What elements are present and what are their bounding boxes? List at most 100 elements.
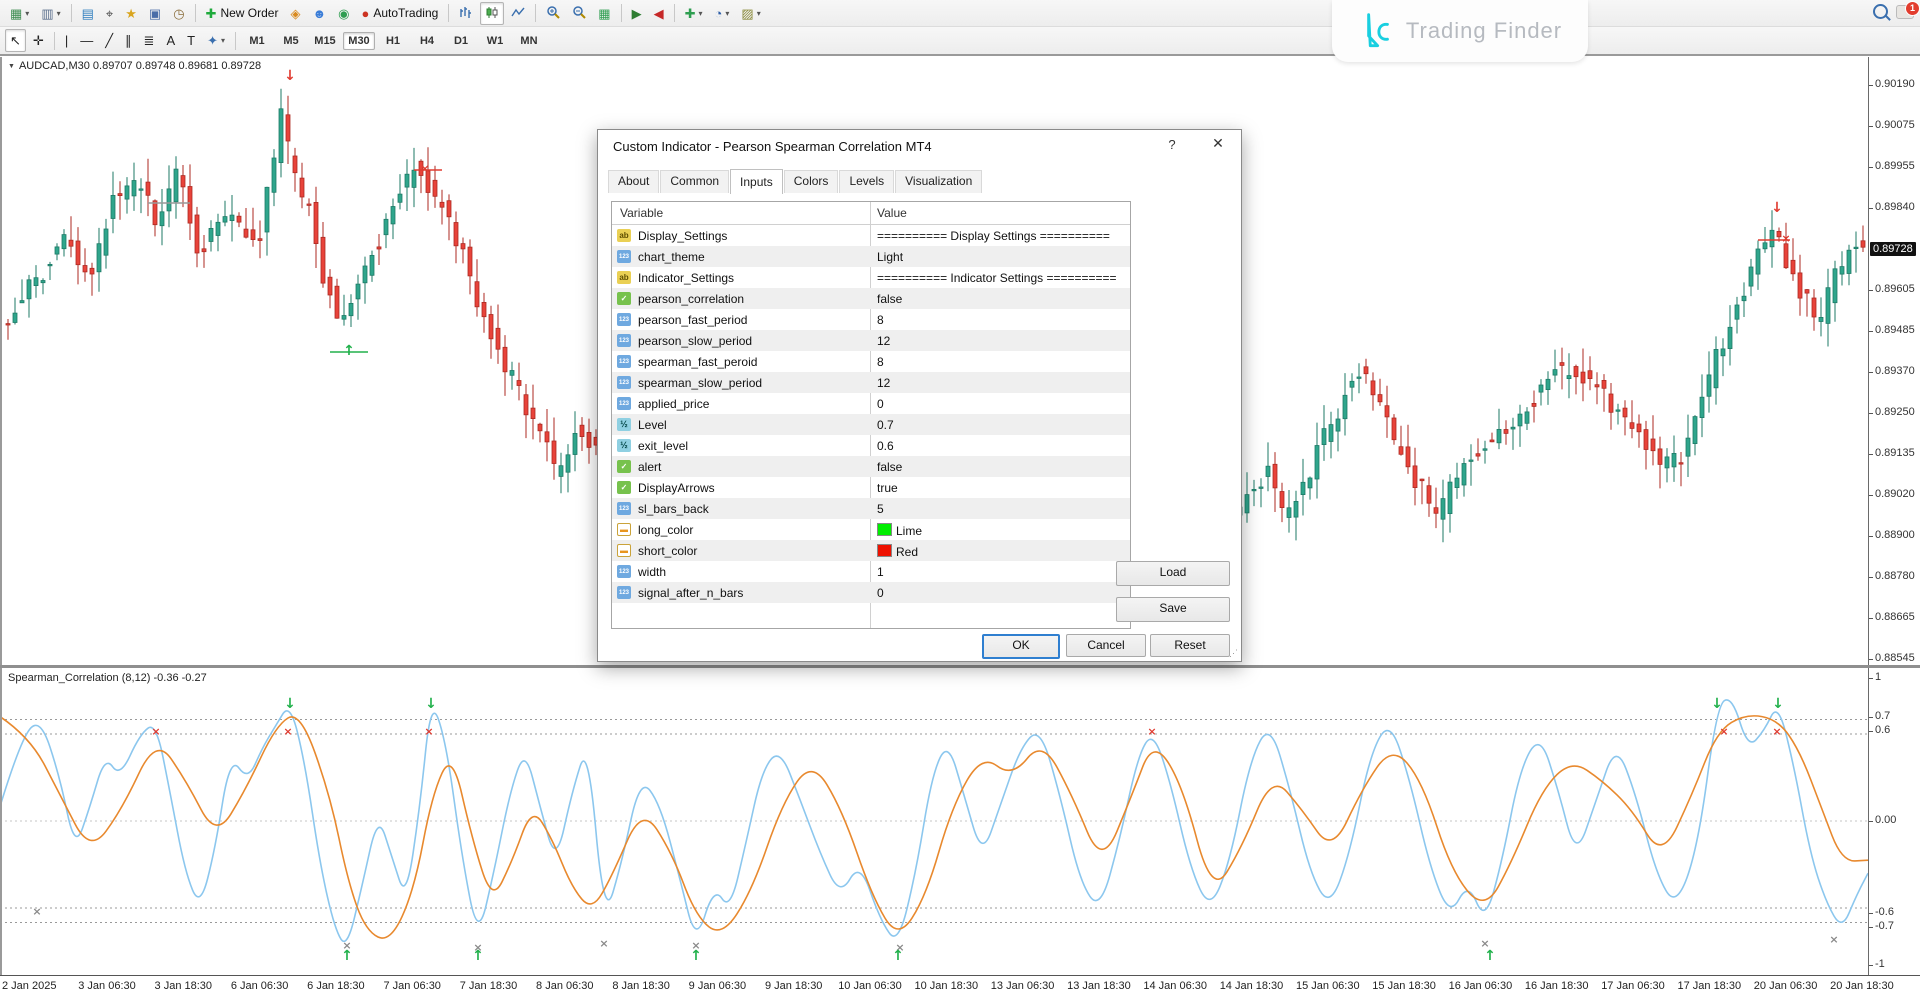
- variable-value[interactable]: Light: [877, 250, 903, 264]
- variable-value[interactable]: true: [877, 481, 898, 495]
- variable-value[interactable]: 8: [877, 355, 884, 369]
- variable-value[interactable]: false: [877, 460, 902, 474]
- timeframe-w1[interactable]: W1: [479, 32, 511, 50]
- variable-value[interactable]: ========== Display Settings ==========: [877, 229, 1110, 243]
- ok-button[interactable]: OK: [982, 634, 1060, 659]
- table-row[interactable]: spearman_fast_peroid8: [612, 351, 1130, 372]
- alerts-button[interactable]: ◉: [333, 2, 354, 25]
- timeframe-h4[interactable]: H4: [411, 32, 443, 50]
- experts-button[interactable]: ◈: [285, 2, 305, 25]
- variable-value[interactable]: 0.7: [877, 418, 894, 432]
- cursor-button[interactable]: ↖: [5, 29, 26, 52]
- save-button[interactable]: Save: [1116, 597, 1230, 622]
- tile-windows-button[interactable]: ▦: [593, 2, 615, 25]
- close-icon[interactable]: ✕: [1205, 135, 1231, 152]
- table-row[interactable]: spearman_slow_period12: [612, 372, 1130, 393]
- tab-visualization[interactable]: Visualization: [895, 170, 982, 193]
- periods-button[interactable]: ◔▾: [710, 2, 735, 25]
- new-chart-button[interactable]: ▦▾: [5, 2, 34, 25]
- chart-bars-button[interactable]: [454, 2, 478, 25]
- timeframe-m15[interactable]: M15: [309, 32, 341, 50]
- trendline-button[interactable]: ╱: [100, 29, 118, 52]
- timeframe-h1[interactable]: H1: [377, 32, 409, 50]
- table-row[interactable]: signal_after_n_bars0: [612, 582, 1130, 603]
- table-row[interactable]: pearson_fast_period8: [612, 309, 1130, 330]
- table-row[interactable]: width1: [612, 561, 1130, 582]
- time-axis[interactable]: 2 Jan 20253 Jan 06:303 Jan 18:306 Jan 06…: [0, 975, 1920, 996]
- table-row[interactable]: DisplayArrowstrue: [612, 477, 1130, 498]
- variable-value[interactable]: 12: [877, 334, 890, 348]
- arrows-tool-button[interactable]: ✦▾: [202, 29, 230, 52]
- variable-value[interactable]: 0.6: [877, 439, 894, 453]
- variable-value[interactable]: Lime: [877, 523, 922, 538]
- resize-grip[interactable]: ⋰: [1229, 648, 1238, 659]
- vertical-line-button[interactable]: |: [60, 29, 73, 52]
- strategy-tester-button[interactable]: ◷: [168, 2, 189, 25]
- new-order-button[interactable]: ✚New Order: [201, 2, 284, 25]
- collapse-triangle-icon[interactable]: ▼: [8, 63, 15, 70]
- chart-candles-button[interactable]: [480, 2, 504, 25]
- terminal-button[interactable]: ▣: [144, 2, 166, 25]
- timeframe-m30[interactable]: M30: [343, 32, 375, 50]
- price-scale[interactable]: 0.901900.900750.899550.898400.897280.896…: [1869, 57, 1920, 975]
- zoom-out-button[interactable]: [567, 2, 591, 25]
- text-label-button[interactable]: T: [182, 29, 200, 52]
- svg-text:↑: ↑: [892, 948, 904, 964]
- zoom-in-button[interactable]: [541, 2, 565, 25]
- timeframe-d1[interactable]: D1: [445, 32, 477, 50]
- fibonacci-button[interactable]: ≣: [139, 29, 160, 52]
- table-row[interactable]: Indicator_Settings========== Indicator S…: [612, 267, 1130, 288]
- timeframe-m5[interactable]: M5: [275, 32, 307, 50]
- notification-icon[interactable]: 1: [1896, 5, 1914, 19]
- auto-scroll-button[interactable]: ▶: [627, 2, 647, 25]
- market-watch-button[interactable]: ▤: [77, 2, 99, 25]
- variable-value[interactable]: 8: [877, 313, 884, 327]
- timeframe-m1[interactable]: M1: [241, 32, 273, 50]
- tab-colors[interactable]: Colors: [784, 170, 839, 193]
- variable-value[interactable]: 1: [877, 565, 884, 579]
- crosshair-button[interactable]: ✛: [28, 29, 49, 52]
- reset-button[interactable]: Reset: [1150, 634, 1230, 657]
- table-row[interactable]: pearson_slow_period12: [612, 330, 1130, 351]
- indicators-list-button[interactable]: ✚▾: [680, 2, 708, 25]
- panel-splitter[interactable]: [0, 665, 1920, 668]
- chart-line-button[interactable]: [506, 2, 530, 25]
- text-button[interactable]: A: [161, 29, 180, 52]
- table-row[interactable]: long_colorLime: [612, 519, 1130, 540]
- variable-value[interactable]: 0: [877, 397, 884, 411]
- timeframe-mn[interactable]: MN: [513, 32, 545, 50]
- search-icon[interactable]: [1873, 4, 1888, 19]
- help-button[interactable]: ?: [1161, 137, 1183, 152]
- table-row[interactable]: sl_bars_back5: [612, 498, 1130, 519]
- cancel-button[interactable]: Cancel: [1066, 634, 1146, 657]
- horizontal-line-button[interactable]: —: [75, 29, 98, 52]
- variable-value[interactable]: Red: [877, 544, 918, 559]
- data-window-button[interactable]: ⌖: [101, 2, 118, 25]
- accounts-button[interactable]: ☻: [307, 2, 331, 25]
- autotrading-button[interactable]: ●AutoTrading: [357, 2, 444, 25]
- tab-about[interactable]: About: [608, 170, 659, 193]
- tab-levels[interactable]: Levels: [839, 170, 894, 193]
- navigator-button[interactable]: ★: [120, 2, 142, 25]
- variable-value[interactable]: 0: [877, 586, 884, 600]
- table-row[interactable]: alertfalse: [612, 456, 1130, 477]
- variable-value[interactable]: ========== Indicator Settings ==========: [877, 271, 1117, 285]
- dialog-titlebar[interactable]: Custom Indicator - Pearson Spearman Corr…: [598, 130, 1241, 163]
- templates-button[interactable]: ▨▾: [736, 2, 765, 25]
- profiles-button[interactable]: ▥▾: [36, 2, 65, 25]
- variable-value[interactable]: 5: [877, 502, 884, 516]
- table-row[interactable]: chart_themeLight: [612, 246, 1130, 267]
- tab-common[interactable]: Common: [660, 170, 729, 193]
- tab-inputs[interactable]: Inputs: [730, 169, 783, 194]
- table-row[interactable]: Level0.7: [612, 414, 1130, 435]
- variable-value[interactable]: 12: [877, 376, 890, 390]
- load-button[interactable]: Load: [1116, 561, 1230, 586]
- equidistant-channel-button[interactable]: ∥: [120, 29, 137, 52]
- table-row[interactable]: pearson_correlationfalse: [612, 288, 1130, 309]
- table-row[interactable]: exit_level0.6: [612, 435, 1130, 456]
- table-row[interactable]: short_colorRed: [612, 540, 1130, 561]
- table-row[interactable]: applied_price0: [612, 393, 1130, 414]
- variable-value[interactable]: false: [877, 292, 902, 306]
- chart-shift-button[interactable]: ◀: [649, 2, 669, 25]
- table-row[interactable]: Display_Settings========== Display Setti…: [612, 225, 1130, 246]
